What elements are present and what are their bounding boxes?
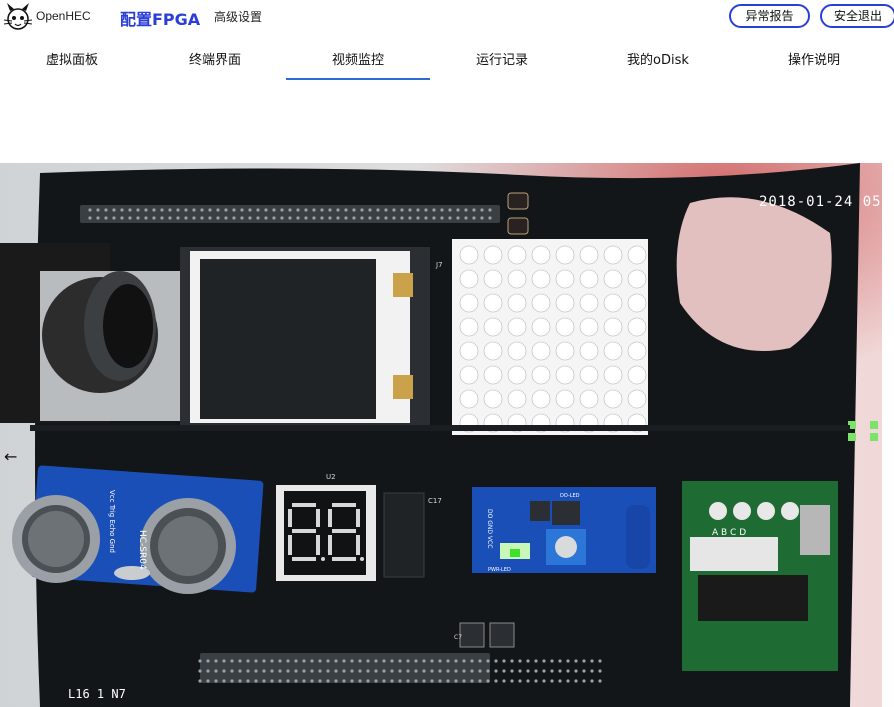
tab-instructions[interactable]: 操作说明 [742, 44, 886, 78]
advanced-settings-link[interactable]: 高级设置 [214, 8, 262, 25]
main-tabs: 虚拟面板 终端界面 视频监控 运行记录 我的oDisk 操作说明 [0, 44, 894, 80]
video-feed: J7 U5 [0, 163, 882, 707]
tab-video-monitor[interactable]: 视频监控 [286, 44, 430, 80]
board-camera-image: J7 U5 [0, 163, 882, 707]
sensor-pin-labels: DO GND VCC [486, 509, 493, 548]
openhec-logo-icon [2, 2, 34, 32]
tab-my-odisk[interactable]: 我的oDisk [586, 44, 730, 78]
led-dot-matrix [452, 239, 648, 435]
cap-label: C17 [428, 497, 442, 505]
logo-text: OpenHEC [36, 9, 91, 23]
video-timestamp: 2018-01-24 05 [759, 194, 882, 210]
led-letters: A B C D [712, 528, 746, 538]
tab-virtual-panel[interactable]: 虚拟面板 [0, 44, 144, 78]
collapse-arrow-icon[interactable]: ← [4, 447, 17, 466]
c7-label: C7 [454, 634, 462, 641]
config-fpga-link[interactable]: 配置FPGA [120, 6, 200, 30]
logout-button[interactable]: 安全退出 [820, 4, 894, 28]
tab-terminal[interactable]: 终端界面 [143, 44, 287, 78]
error-report-button[interactable]: 异常报告 [729, 4, 810, 28]
video-corner-tag: L16 1 N7 [68, 687, 126, 701]
do-led-label: DO-LED [560, 493, 580, 499]
stepper-driver-board [682, 481, 838, 671]
seven-segment-display [276, 485, 376, 581]
seg-chip-label: U2 [326, 473, 336, 481]
ultrasonic-pin-labels: Vcc Trig Echo Gnd [108, 490, 116, 553]
pwr-led-label: PWR-LED [488, 567, 511, 573]
ultrasonic-model-label: HC-SR04 [137, 530, 147, 570]
lcd-module [180, 247, 430, 425]
sensor-module [472, 487, 656, 573]
tab-run-log[interactable]: 运行记录 [430, 44, 574, 78]
top-bar: OpenHEC 配置FPGA 高级设置 异常报告 安全退出 [0, 0, 894, 32]
lcd-chip-label: J7 [435, 261, 443, 269]
